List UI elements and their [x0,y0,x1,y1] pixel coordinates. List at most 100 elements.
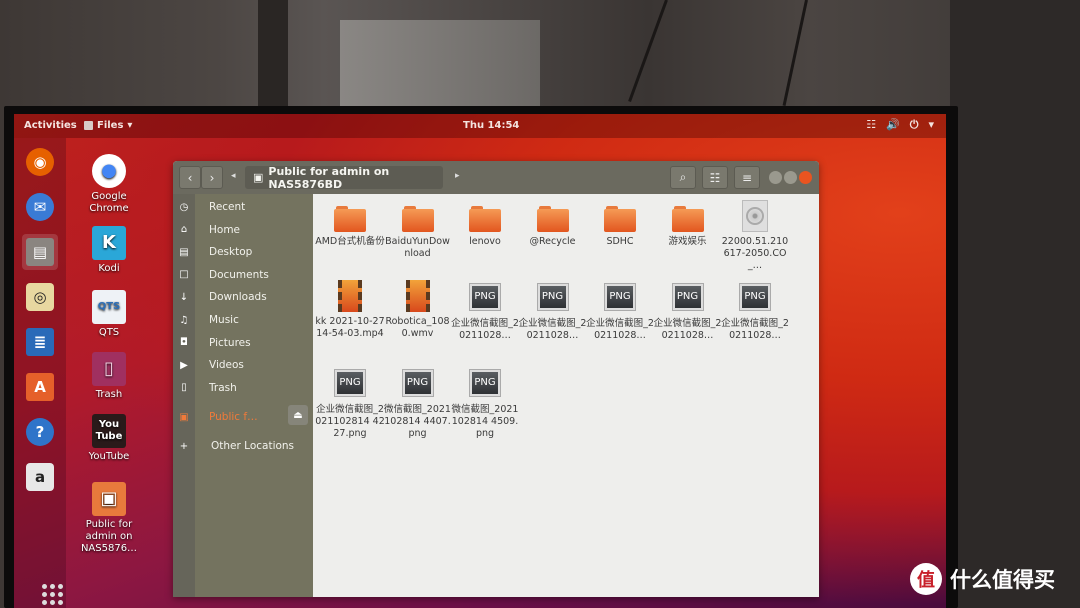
watermark-logo: 值 [910,563,942,595]
activities-button[interactable]: Activities [24,120,77,131]
file-name: kk 2021-10-27 14-54-03.mp4 [315,316,385,339]
menu-button[interactable]: ≡ [734,166,760,189]
doorway [340,20,540,110]
chevron-right-icon: › [209,170,215,185]
dock-item-rhythmbox[interactable]: ◎ [22,279,58,315]
desktop-icon-trash[interactable]: ▯ Trash [74,352,144,401]
video-file-icon [405,280,430,312]
firefox-icon: ◉ [26,148,54,176]
documents-icon: □ [179,269,189,281]
file-item[interactable]: kk 2021-10-27 14-54-03.mp4 [315,278,385,340]
chevron-left-icon: ‹ [187,170,193,185]
minimize-button[interactable] [769,171,782,184]
file-name: SDHC [606,236,634,247]
dock-item-libreoffice-writer[interactable]: ≣ [22,324,58,360]
png-file-icon: PNG [335,370,365,396]
file-item[interactable]: AMD台式机备份 [315,198,385,248]
folder-icon [671,206,704,232]
cable [782,0,808,106]
desktop-icon-youtube[interactable]: You Tube YouTube [74,414,144,463]
file-item[interactable]: PNG 企业微信截图_20211028… [450,278,520,342]
volume-icon: 🔊 [886,118,900,131]
header-bar: ‹ › ◂ ▣ Public for admin on NAS5876BD ▸ … [173,161,819,194]
dock-item-files[interactable]: ▤ [22,234,58,270]
file-item[interactable]: PNG 微信截图_2021102814 4509.png [450,364,520,440]
dock-item-ubuntu-software[interactable]: A [22,369,58,405]
view-toggle-button[interactable]: ☷ [702,166,728,189]
search-icon: ⌕ [679,170,687,184]
show-applications-button[interactable] [42,584,63,605]
dock-item-help[interactable]: ? [22,414,58,450]
file-name: 22000.51.210617-2050.CO_… [721,236,789,271]
top-bar: Activities Files ▾ Thu 14:54 ☷ 🔊 ⏻ ▾ [14,114,946,138]
dock-item-thunderbird[interactable]: ✉ [22,189,58,225]
rhythmbox-icon: ◎ [26,283,54,311]
file-item[interactable]: 22000.51.210617-2050.CO_… [720,198,790,272]
app-menu[interactable]: Files ▾ [84,120,132,131]
trash-icon: ▯ [181,382,187,394]
sidebar-item-other-locations[interactable]: + Other Locations [173,435,313,457]
sidebar-item-recent[interactable]: ◷ Recent [173,196,313,218]
sidebar-item-videos[interactable]: ▶ Videos [173,354,313,376]
dock-item-amazon[interactable]: a [22,459,58,495]
close-button[interactable] [799,171,812,184]
network-folder-icon: ▣ [253,171,264,184]
sidebar-item-documents[interactable]: □ Documents [173,264,313,286]
file-item[interactable]: PNG 企业微信截图_20211028… [518,278,588,342]
desktop-icon-public-for-admin-on-nas5876[interactable]: ▣ Public for admin on NAS5876… [74,482,144,555]
sidebar-item-pictures[interactable]: ◘ Pictures [173,332,313,354]
file-item[interactable]: SDHC [585,198,655,248]
png-file-icon: PNG [470,370,500,396]
files-icon [84,121,93,130]
places-sidebar: ◷ Recent ⌂ Home ▤ Desktop □ Documents ↓ Downloads… [173,194,313,597]
file-name: 企业微信截图_20211028… [518,318,587,341]
file-item[interactable]: Robotica_1080.wmv [383,278,453,340]
search-button[interactable]: ⌕ [670,166,696,189]
back-button[interactable]: ‹ [179,166,201,189]
path-bar-current[interactable]: ▣ Public for admin on NAS5876BD [245,164,443,191]
file-view: AMD台式机备份 BaiduYunDownload lenovo @Recycle SD… [313,194,819,597]
file-item[interactable]: PNG 企业微信截图_20211028… [720,278,790,342]
sidebar-item-home[interactable]: ⌂ Home [173,219,313,241]
path-label: Public for admin on NAS5876BD [268,164,390,191]
file-item[interactable]: 游戏娱乐 [653,198,723,248]
system-tray[interactable]: ☷ 🔊 ⏻ ▾ [866,118,934,132]
file-item[interactable]: PNG 企业微信截图_20211028… [653,278,723,342]
folder-icon [401,206,434,232]
sidebar-item-trash[interactable]: ▯ Trash [173,377,313,399]
path-scroll-left-button[interactable]: ◂ [231,171,236,181]
desktop-icon-label: QTS [98,327,120,338]
sidebar-item-network-share[interactable]: ▣ Public f… ⏏ [173,405,313,428]
forward-button[interactable]: › [201,166,223,189]
videos-icon: ▶ [180,359,188,371]
sidebar-item-music[interactable]: ♫ Music [173,309,313,331]
youtube-icon: You Tube [92,414,126,448]
file-item[interactable]: @Recycle [518,198,588,248]
desktop-icon-google-chrome[interactable]: ● Google Chrome [74,154,144,215]
recent-icon: ◷ [179,201,189,213]
ubuntu-software-icon: A [26,373,54,401]
png-file-icon: PNG [402,370,433,396]
music-icon: ♫ [179,314,189,326]
file-item[interactable]: lenovo [450,198,520,248]
sidebar-item-desktop[interactable]: ▤ Desktop [173,241,313,263]
file-item[interactable]: PNG 企业微信截图_2021102814 4227.png [315,364,385,440]
file-item[interactable]: BaiduYunDownload [383,198,453,260]
dock-item-firefox[interactable]: ◉ [22,144,58,180]
desktop-screen: Activities Files ▾ Thu 14:54 ☷ 🔊 ⏻ ▾ ◉ ✉ ▤… [14,114,946,608]
qts-icon: QTS [92,290,126,324]
sidebar-item-downloads[interactable]: ↓ Downloads [173,286,313,308]
maximize-button[interactable] [784,171,797,184]
clock[interactable]: Thu 14:54 [463,120,519,131]
dock: ◉ ✉ ▤ ◎ ≣ A? a [14,138,66,608]
chevron-down-icon: ▾ [928,118,934,131]
png-file-icon: PNG [672,284,703,310]
file-name: AMD台式机备份 [315,236,385,247]
desktop-icon-qts[interactable]: QTS QTS [74,290,144,339]
path-scroll-right-button[interactable]: ▸ [455,171,460,181]
list-view-icon: ☷ [709,170,721,185]
desktop-icon-kodi[interactable]: K Kodi [74,226,144,275]
file-item[interactable]: PNG 微信截图_2021102814 4407.png [383,364,453,440]
eject-button[interactable]: ⏏ [288,405,308,425]
file-item[interactable]: PNG 企业微信截图_20211028… [585,278,655,342]
